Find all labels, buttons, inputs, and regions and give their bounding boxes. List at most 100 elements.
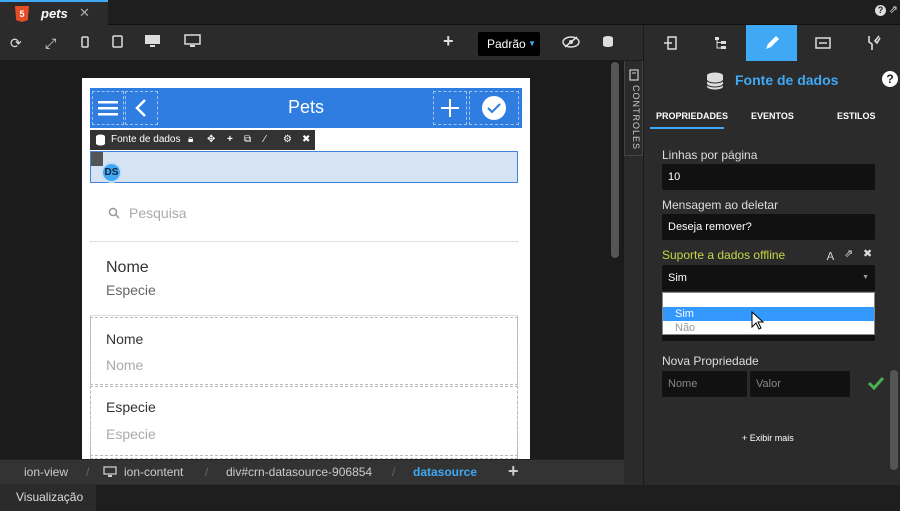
- gear-icon[interactable]: ⚙: [283, 130, 292, 150]
- field-label-nome: Nome: [106, 331, 144, 347]
- device-select-value: Padrão: [487, 37, 526, 51]
- resize-icon: [814, 37, 831, 49]
- add-item-button[interactable]: [433, 91, 467, 125]
- tab-edit[interactable]: [746, 25, 797, 61]
- datasource-badge: DS: [101, 162, 122, 183]
- chevron-down-icon: ▼: [528, 39, 536, 48]
- translate-icon[interactable]: Ａ: [825, 248, 836, 264]
- magic-icon[interactable]: ⁄: [264, 130, 266, 150]
- confirm-button[interactable]: [469, 91, 519, 125]
- list-item-subtitle: Especie: [106, 282, 156, 298]
- list-item[interactable]: Nome Especie: [90, 243, 518, 316]
- field-outline: [90, 317, 518, 385]
- datasource-component[interactable]: [90, 151, 518, 183]
- breadcrumb: ion-view / ion-content / div#crn-datasou…: [0, 459, 624, 484]
- mouse-cursor-icon: [751, 311, 765, 330]
- breadcrumb-ion-view[interactable]: ion-view: [24, 465, 68, 479]
- tab-resize[interactable]: [797, 25, 848, 61]
- panel-tabs: [644, 25, 900, 61]
- tablet-icon[interactable]: [112, 34, 123, 52]
- search-icon: [108, 207, 120, 219]
- copy-icon[interactable]: ⧉: [244, 130, 251, 150]
- add-button[interactable]: +: [443, 32, 454, 50]
- drag-handle[interactable]: [91, 152, 103, 166]
- controls-side-tab[interactable]: CONTROLES: [624, 61, 643, 156]
- property-name-input[interactable]: Nome: [662, 371, 747, 397]
- phone-portrait-icon[interactable]: [81, 34, 89, 52]
- offline-support-label: Suporte a dados offline: [662, 248, 786, 262]
- offline-options-list[interactable]: Sim Não: [662, 292, 875, 335]
- close-icon[interactable]: ✖: [863, 247, 872, 260]
- visualization-tab[interactable]: Visualização: [0, 485, 96, 511]
- desktop-icon[interactable]: [144, 34, 161, 52]
- search-input[interactable]: Pesquisa: [129, 205, 187, 221]
- breadcrumb-ion-content[interactable]: ion-content: [124, 465, 183, 479]
- add-icon[interactable]: +: [508, 461, 519, 482]
- subtab-styles[interactable]: ESTILOS: [837, 111, 876, 121]
- breadcrumb-div[interactable]: div#crn-datasource-906854: [226, 465, 372, 479]
- add-icon[interactable]: +: [227, 130, 233, 150]
- hide-icon[interactable]: [562, 34, 580, 52]
- check-icon: [868, 376, 884, 390]
- help-icon[interactable]: ?: [882, 71, 898, 87]
- panel-title: Fonte de dados: [735, 72, 839, 88]
- breadcrumb-separator: /: [86, 465, 90, 479]
- subtab-events[interactable]: EVENTOS: [751, 111, 794, 121]
- tab-tools[interactable]: [848, 25, 899, 61]
- editor-toolbar: ⟳ ⤢ + Padrão ▼: [0, 25, 643, 61]
- external-link-icon[interactable]: ⇗: [844, 247, 853, 260]
- pencil-icon: [765, 36, 779, 49]
- offline-support-value: Sim: [668, 272, 687, 284]
- help-icon[interactable]: ?: [875, 5, 886, 16]
- move-icon[interactable]: ✥: [207, 130, 215, 150]
- monitor-icon[interactable]: [184, 34, 201, 52]
- device-select[interactable]: Padrão ▼: [478, 32, 540, 56]
- field-label-especie: Especie: [106, 399, 156, 415]
- external-link-icon[interactable]: ⇗: [889, 3, 898, 16]
- file-tab-pets[interactable]: 5 pets ✕: [0, 0, 108, 25]
- offline-support-select[interactable]: Sim ▼: [662, 265, 875, 291]
- monitor-icon: [103, 466, 117, 477]
- especie-input[interactable]: Especie: [106, 426, 156, 442]
- option-nao[interactable]: Não: [663, 321, 874, 335]
- nome-input[interactable]: Nome: [106, 357, 143, 373]
- subtab-properties[interactable]: PROPRIEDADES: [656, 111, 728, 121]
- properties-panel: Fonte de dados ? PROPRIEDADES EVENTOS ES…: [643, 25, 900, 485]
- new-property-label: Nova Propriedade: [662, 354, 759, 368]
- tree-icon: [714, 37, 726, 49]
- lock-icon[interactable]: 🔒︎: [188, 130, 193, 150]
- property-value-input[interactable]: Valor: [750, 371, 850, 397]
- refresh-icon[interactable]: ⟳: [10, 34, 22, 52]
- database-icon[interactable]: [602, 34, 614, 52]
- delete-message-input[interactable]: Deseja remover?: [662, 214, 875, 240]
- tab-export[interactable]: [644, 25, 695, 61]
- html5-icon: 5: [15, 6, 29, 22]
- rows-per-page-label: Linhas por página: [662, 148, 758, 162]
- option-sim[interactable]: Sim: [663, 307, 874, 321]
- close-icon[interactable]: ✕: [79, 5, 90, 21]
- rows-per-page-input[interactable]: 10: [662, 164, 875, 190]
- tab-label: pets: [41, 6, 68, 21]
- search-bar[interactable]: Pesquisa: [90, 184, 518, 242]
- close-icon[interactable]: ✖: [302, 130, 310, 150]
- tab-bar: 5 pets ✕ ? ⇗: [0, 0, 900, 25]
- breadcrumb-separator: /: [205, 465, 209, 479]
- status-bar: Visualização: [0, 485, 900, 511]
- show-more-link[interactable]: + Exibir mais: [742, 433, 794, 443]
- controls-label: CONTROLES: [631, 85, 641, 151]
- datasource-toolbar-label: Fonte de dados: [111, 134, 181, 145]
- phone-preview: Pets Fonte de dados 🔒︎ ✥ + ⧉ ⁄ ⚙ ✖ DS Pe…: [82, 78, 530, 459]
- export-icon: [663, 36, 677, 50]
- fullscreen-icon[interactable]: ⤢: [45, 34, 56, 52]
- field-outline: [90, 386, 518, 456]
- chevron-down-icon: ▼: [862, 274, 869, 281]
- panel-scrollbar[interactable]: [890, 370, 898, 470]
- breadcrumb-datasource[interactable]: datasource: [413, 465, 477, 479]
- canvas-scrollbar[interactable]: [611, 62, 619, 258]
- list-item-title: Nome: [106, 259, 149, 276]
- check-circle-icon: [482, 96, 506, 120]
- tab-tree[interactable]: [695, 25, 746, 61]
- app-header: Pets: [90, 88, 522, 128]
- tools-icon: [867, 35, 881, 50]
- breadcrumb-separator: /: [392, 465, 396, 479]
